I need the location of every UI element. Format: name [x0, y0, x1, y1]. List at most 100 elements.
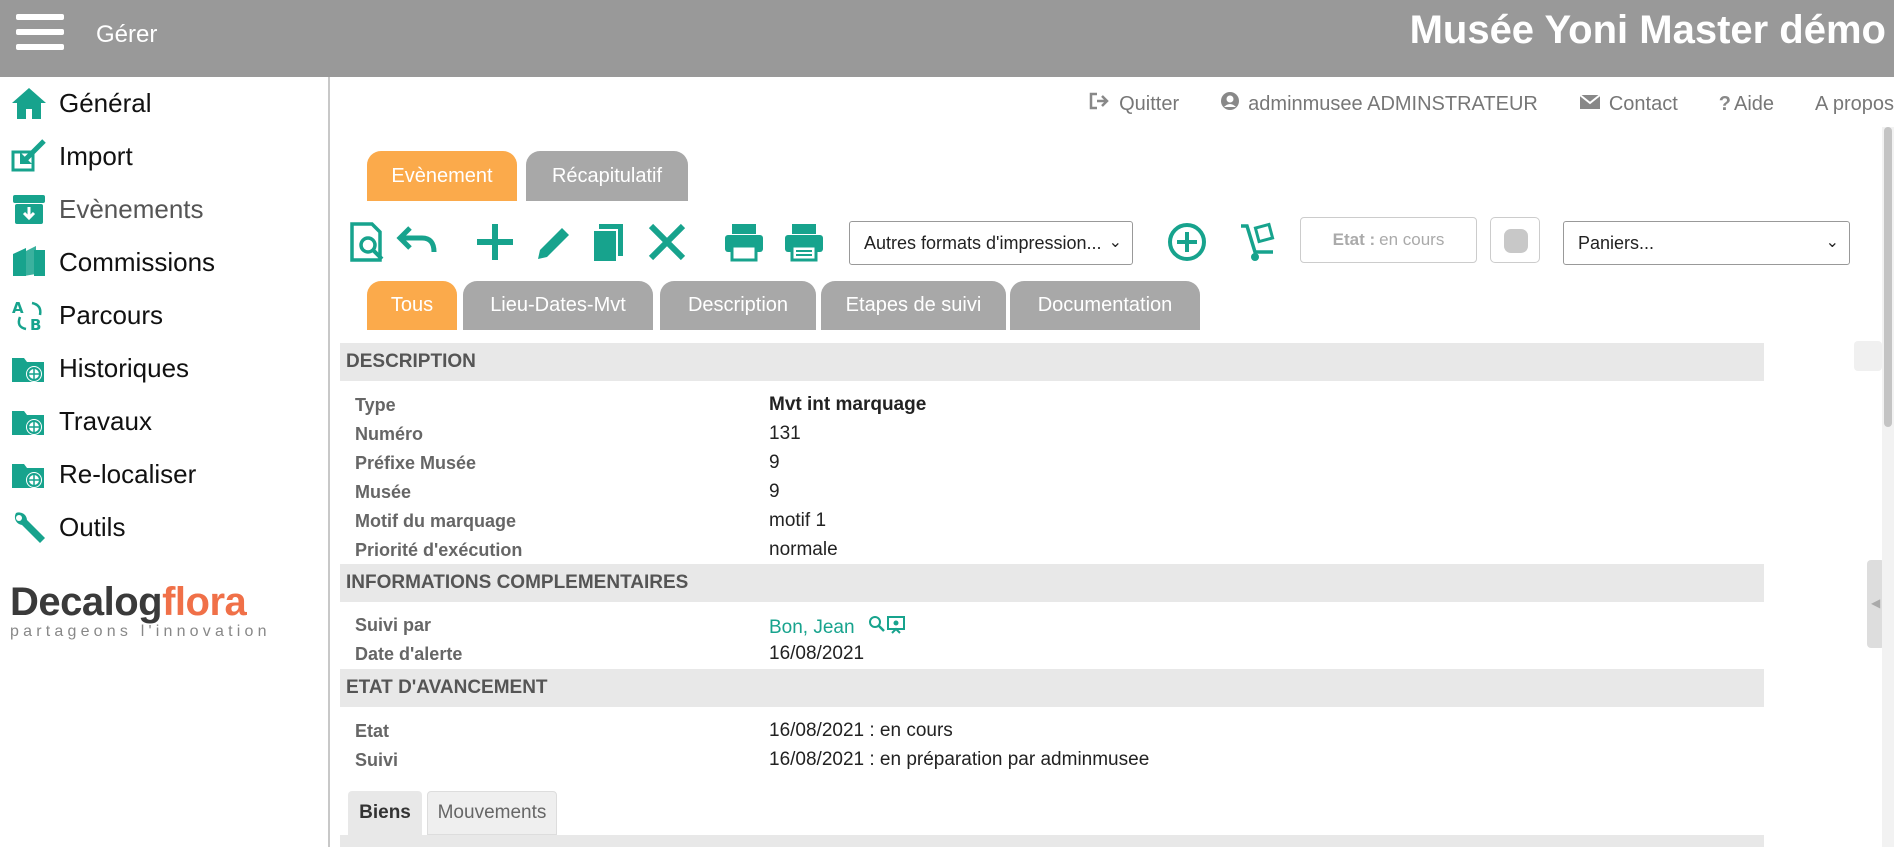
tab-label: Biens [359, 802, 411, 823]
field-value-date-alerte: 16/08/2021 [769, 643, 865, 664]
add-icon[interactable] [473, 220, 517, 264]
section-header-description: DESCRIPTION [340, 343, 1764, 381]
app-title: Musée Yoni Master démo [1409, 8, 1886, 52]
section-header-avancement: ETAT D'AVANCEMENT [340, 669, 1764, 707]
subtab-label: Lieu-Dates-Mvt [490, 294, 626, 316]
search-person-icon[interactable] [868, 615, 906, 641]
logo-word-decalog: Decalog [10, 580, 163, 624]
tab-biens[interactable]: Biens [348, 791, 422, 835]
sidebar-item-parcours[interactable]: AB Parcours [10, 293, 163, 337]
sidebar-item-label: Commissions [59, 246, 216, 277]
status-dot-icon [1504, 229, 1528, 253]
contact-link[interactable]: Contact [1579, 89, 1678, 119]
copy-icon[interactable] [587, 220, 631, 264]
chevron-down-icon: ⌄ [1108, 234, 1122, 251]
tab-content-strip [340, 835, 1764, 847]
print-alt-icon[interactable] [782, 220, 826, 264]
help-link[interactable]: ? Aide [1719, 89, 1774, 119]
sign-out-icon [1089, 92, 1111, 116]
field-label-etat: Etat [355, 721, 390, 741]
vertical-scrollbar[interactable] [1882, 127, 1894, 847]
tab-evenement[interactable]: Evènement [367, 151, 517, 201]
add-circle-icon[interactable] [1165, 220, 1209, 264]
search-document-icon[interactable] [346, 220, 390, 264]
field-value-priorite: normale [769, 539, 838, 560]
chevron-left-icon: ◀ [1871, 596, 1881, 610]
svg-text:A: A [12, 299, 24, 317]
baskets-select[interactable]: Paniers... ⌄ [1563, 221, 1850, 265]
field-value-numero: 131 [769, 423, 801, 444]
sidebar-item-label: Travaux [59, 405, 152, 436]
sidebar-item-label: Import [59, 140, 133, 171]
delete-icon[interactable] [645, 220, 689, 264]
etat-status-field: Etat : en cours [1300, 217, 1477, 263]
user-label: adminmusee ADMINSTRATEUR [1248, 92, 1538, 115]
suivi-par-link[interactable]: Bon, Jean [769, 615, 906, 641]
subtab-label: Description [687, 294, 789, 316]
scrollbar-thumb[interactable] [1884, 127, 1892, 427]
sidebar-item-outils[interactable]: Outils [10, 505, 125, 549]
menu-label[interactable]: Gérer [96, 21, 157, 49]
sidebar-item-travaux[interactable]: Travaux [10, 399, 152, 443]
sidebar-item-label: Général [59, 87, 152, 118]
about-link[interactable]: A propos [1815, 89, 1894, 119]
sidebar-item-label: Evènements [59, 193, 204, 224]
tab-label: Evènement [391, 164, 493, 187]
help-label: Aide [1734, 92, 1775, 115]
sidebar-item-label: Re-localiser [59, 458, 197, 489]
sidebar-item-historiques[interactable]: Historiques [10, 346, 189, 390]
decalog-flora-logo: Decalogflora partageons l'innovation [10, 580, 310, 650]
subtab-etapes-de-suivi[interactable]: Etapes de suivi [821, 281, 1006, 330]
hand-truck-icon[interactable] [1237, 220, 1281, 264]
parcours-icon: AB [10, 297, 48, 334]
quit-label: Quitter [1119, 92, 1180, 115]
panel-toggle-icon[interactable] [1854, 341, 1882, 371]
top-links: Quitter adminmusee ADMINSTRATEUR Contact… [1048, 89, 1894, 119]
field-label-suivi-par: Suivi par [355, 615, 432, 635]
sidebar-item-label: Outils [59, 511, 126, 542]
sidebar-item-relocaliser[interactable]: Re-localiser [10, 452, 196, 496]
field-value-etat: 16/08/2021 : en cours [769, 720, 953, 741]
field-label-date-alerte: Date d'alerte [355, 644, 463, 664]
edit-pencil-icon[interactable] [532, 220, 576, 264]
subtab-description[interactable]: Description [660, 281, 816, 330]
print-formats-select[interactable]: Autres formats d'impression... ⌄ [849, 221, 1133, 265]
quit-link[interactable]: Quitter [1089, 89, 1179, 119]
field-label-prefixe-musee: Préfixe Musée [355, 453, 477, 473]
etat-label: Etat : [1332, 230, 1376, 249]
sidebar-item-commissions[interactable]: Commissions [10, 240, 215, 284]
home-icon [10, 85, 48, 121]
tab-label: Récapitulatif [551, 164, 663, 187]
suivi-par-value: Bon, Jean [769, 617, 855, 638]
subtab-lieu-dates-mvt[interactable]: Lieu-Dates-Mvt [463, 281, 653, 330]
etat-value: en cours [1379, 230, 1445, 249]
subtab-documentation[interactable]: Documentation [1010, 281, 1200, 330]
import-icon [10, 138, 48, 174]
field-label-type: Type [355, 395, 396, 415]
field-label-motif: Motif du marquage [355, 511, 516, 531]
field-value-suivi: 16/08/2021 : en préparation par adminmus… [769, 749, 1150, 770]
main-content: Quitter adminmusee ADMINSTRATEUR Contact… [332, 77, 1894, 847]
tab-label: Mouvements [437, 802, 547, 823]
print-icon[interactable] [722, 220, 766, 264]
field-label-numero: Numéro [355, 424, 424, 444]
print-formats-value: Autres formats d'impression... [864, 232, 1102, 253]
section-header-complementaires: INFORMATIONS COMPLEMENTAIRES [340, 564, 1764, 602]
field-value-musee: 9 [769, 481, 780, 502]
subtab-label: Etapes de suivi [845, 294, 982, 316]
sidebar: Général Import Evènements Commissions AB… [0, 77, 330, 847]
field-value-type: Mvt int marquage [769, 394, 927, 415]
about-label: A propos [1815, 92, 1894, 115]
user-link[interactable]: adminmusee ADMINSTRATEUR [1220, 89, 1538, 119]
hamburger-menu-icon[interactable] [16, 14, 64, 50]
tab-recapitulatif[interactable]: Récapitulatif [526, 151, 688, 201]
status-toggle-button[interactable] [1490, 217, 1540, 263]
undo-icon[interactable] [396, 220, 440, 264]
tab-mouvements[interactable]: Mouvements [427, 791, 557, 835]
sidebar-item-import[interactable]: Import [10, 134, 133, 178]
relocaliser-icon [10, 456, 48, 492]
sidebar-item-general[interactable]: Général [10, 81, 152, 125]
sidebar-item-label: Historiques [59, 352, 190, 383]
subtab-tous[interactable]: Tous [367, 281, 457, 330]
sidebar-item-evenements[interactable]: Evènements [10, 187, 204, 231]
